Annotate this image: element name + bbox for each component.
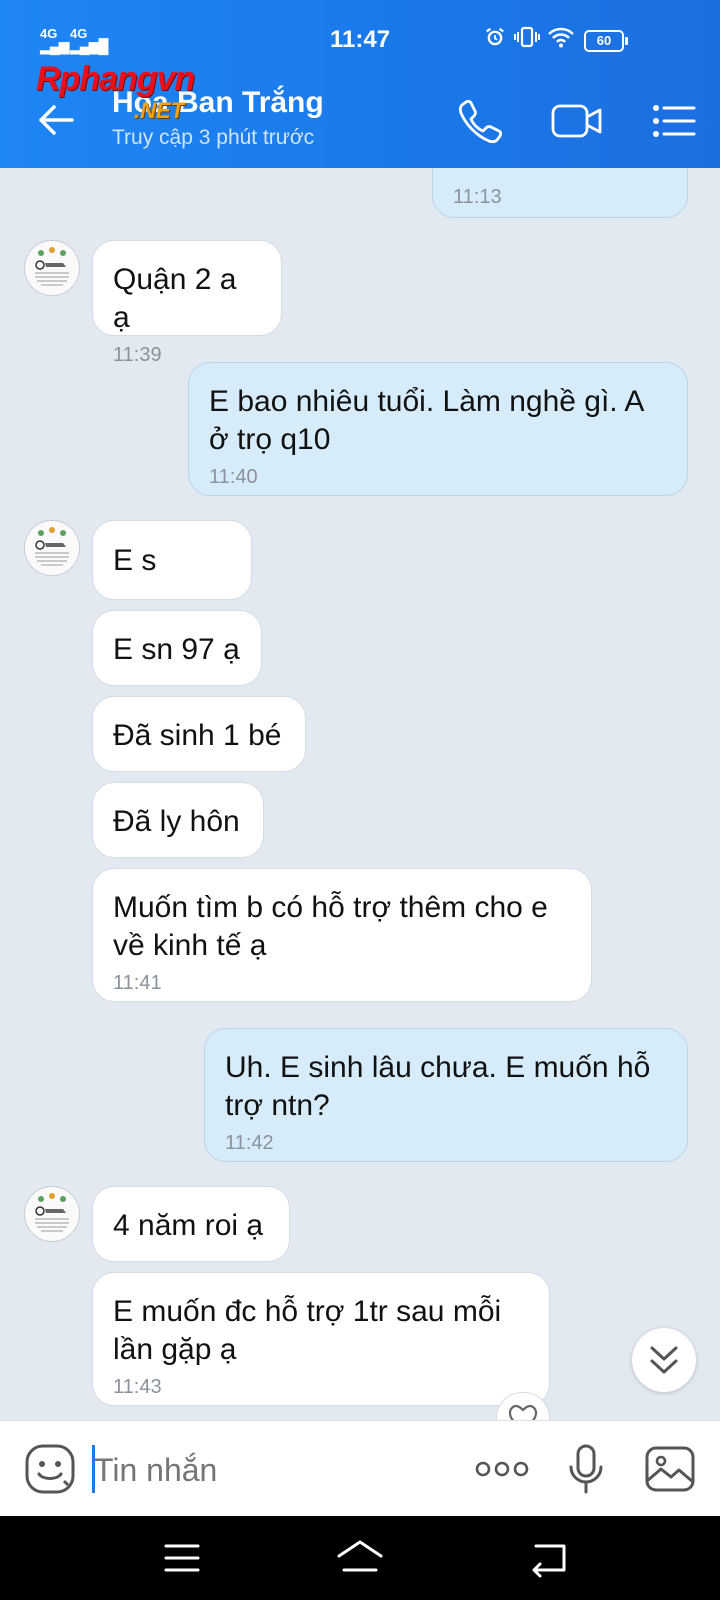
- message-text: E muốn đc hỗ trợ 1tr sau mỗi lần gặp ạ: [113, 1295, 502, 1366]
- message-text: 4 năm roi ạ: [113, 1209, 264, 1242]
- watermark-logo: Rphangvn: [36, 60, 195, 98]
- message-input-bar: [0, 1420, 720, 1517]
- message-bubble-incoming[interactable]: Muốn tìm b có hỗ trợ thêm cho e về kinh …: [92, 868, 592, 1002]
- scroll-to-bottom-button[interactable]: [632, 1328, 696, 1392]
- message-text: Uh. E sinh lâu chưa. E muốn hỗ trợ ntn?: [225, 1051, 651, 1122]
- watermark-logo-suffix: .NET: [134, 98, 185, 123]
- app-header: 4G ▂▄▆ 4G ▂▄▆█ 11:47 60 Hoa Ban Trắng Tr…: [0, 0, 720, 168]
- message-bubble-incoming[interactable]: 4 năm roi ạ: [92, 1186, 290, 1262]
- message-bubble-incoming[interactable]: E s: [92, 520, 252, 600]
- back-arrow-icon[interactable]: [34, 98, 78, 142]
- react-heart-icon[interactable]: [496, 1392, 550, 1420]
- message-time: 11:42: [225, 1132, 274, 1154]
- message-bubble-outgoing[interactable]: 11:13: [432, 168, 688, 218]
- more-options-icon[interactable]: [474, 1443, 530, 1495]
- message-text: Đã sinh 1 bé: [113, 719, 282, 752]
- message-text: Quận 2 a ạ: [113, 263, 237, 334]
- message-bubble-incoming[interactable]: E muốn đc hỗ trợ 1tr sau mỗi lần gặp ạ 1…: [92, 1272, 550, 1406]
- last-seen-status: Truy cập 3 phút trước: [112, 126, 315, 149]
- message-text: E bao nhiêu tuổi. Làm nghề gì. A ở trọ q…: [209, 385, 643, 456]
- message-text: E s: [113, 544, 157, 577]
- microphone-icon[interactable]: [566, 1443, 606, 1495]
- message-time: 11:41: [113, 972, 162, 994]
- message-bubble-outgoing[interactable]: Uh. E sinh lâu chưa. E muốn hỗ trợ ntn? …: [204, 1028, 688, 1162]
- message-text: Đã ly hôn: [113, 805, 240, 838]
- battery-level: 60: [596, 33, 612, 48]
- contact-avatar[interactable]: [24, 1186, 80, 1242]
- message-text: Muốn tìm b có hỗ trợ thêm cho e về kinh …: [113, 891, 548, 962]
- image-gallery-icon[interactable]: [644, 1443, 696, 1495]
- status-time: 11:47: [330, 26, 391, 53]
- message-bubble-incoming[interactable]: Đã ly hôn: [92, 782, 264, 858]
- signal-icon-2: 4G ▂▄▆█: [70, 26, 108, 54]
- video-call-icon[interactable]: [550, 98, 604, 144]
- home-icon[interactable]: [336, 1536, 384, 1580]
- message-time: 11:40: [209, 466, 258, 488]
- wifi-icon: [548, 26, 574, 54]
- message-bubble-outgoing[interactable]: E bao nhiêu tuổi. Làm nghề gì. A ở trọ q…: [188, 362, 688, 496]
- back-nav-icon[interactable]: [526, 1536, 574, 1580]
- message-bubble-incoming[interactable]: E sn 97 ạ: [92, 610, 262, 686]
- message-bubble-incoming[interactable]: Đã sinh 1 bé: [92, 696, 306, 772]
- battery-icon: 60: [584, 30, 628, 52]
- message-time: 11:13: [453, 186, 502, 208]
- message-time: 11:43: [113, 1376, 162, 1398]
- signal-icon-1: 4G ▂▄▆: [40, 26, 69, 54]
- message-text: E sn 97 ạ: [113, 633, 240, 666]
- system-navigation-bar: [0, 1516, 720, 1600]
- contact-avatar[interactable]: [24, 520, 80, 576]
- menu-list-icon[interactable]: [650, 98, 698, 144]
- vibrate-icon: [514, 26, 540, 54]
- message-bubble-incoming[interactable]: Quận 2 a ạ 11:39: [92, 240, 282, 366]
- phone-icon[interactable]: [456, 98, 504, 144]
- contact-avatar[interactable]: [24, 240, 80, 296]
- alarm-icon: [484, 26, 506, 54]
- chat-area[interactable]: 11:13 Quận 2 a ạ 11:39 E bao nhiêu tuổi.…: [0, 168, 720, 1420]
- sticker-emoji-icon[interactable]: [24, 1443, 76, 1495]
- message-input[interactable]: [94, 1447, 444, 1493]
- recent-apps-icon[interactable]: [158, 1536, 206, 1580]
